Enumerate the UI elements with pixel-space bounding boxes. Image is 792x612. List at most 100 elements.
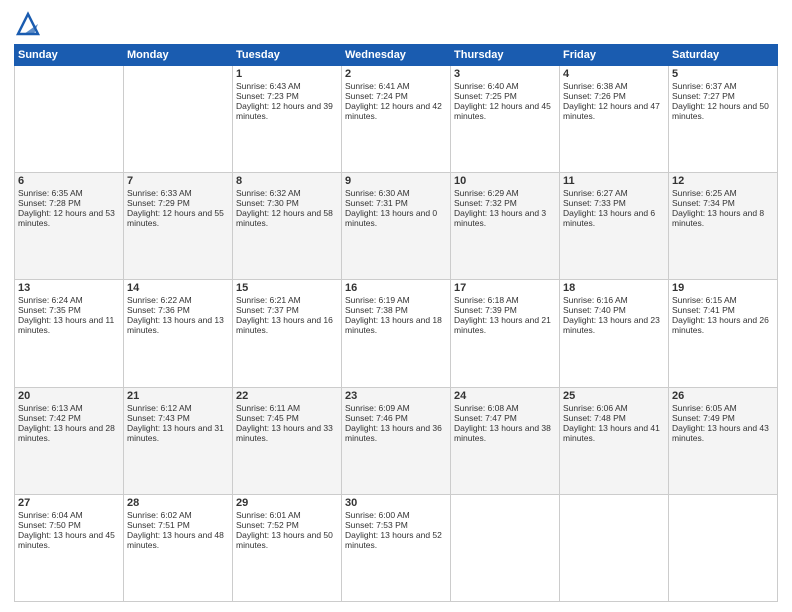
daylight-text: Daylight: 13 hours and 28 minutes. — [18, 423, 120, 443]
daylight-text: Daylight: 13 hours and 0 minutes. — [345, 208, 447, 228]
day-number: 9 — [345, 175, 447, 187]
day-number: 3 — [454, 68, 556, 80]
calendar-cell — [560, 494, 669, 601]
calendar-cell: 3Sunrise: 6:40 AMSunset: 7:25 PMDaylight… — [451, 66, 560, 173]
sunrise-text: Sunrise: 6:12 AM — [127, 403, 229, 413]
sunset-text: Sunset: 7:25 PM — [454, 91, 556, 101]
calendar-cell — [124, 66, 233, 173]
daylight-text: Daylight: 12 hours and 50 minutes. — [672, 101, 774, 121]
sunset-text: Sunset: 7:51 PM — [127, 520, 229, 530]
logo — [14, 10, 46, 38]
calendar-cell: 12Sunrise: 6:25 AMSunset: 7:34 PMDayligh… — [669, 173, 778, 280]
daylight-text: Daylight: 13 hours and 26 minutes. — [672, 315, 774, 335]
sunset-text: Sunset: 7:37 PM — [236, 305, 338, 315]
calendar-cell: 11Sunrise: 6:27 AMSunset: 7:33 PMDayligh… — [560, 173, 669, 280]
col-header-tuesday: Tuesday — [233, 45, 342, 66]
calendar-cell: 2Sunrise: 6:41 AMSunset: 7:24 PMDaylight… — [342, 66, 451, 173]
day-number: 11 — [563, 175, 665, 187]
daylight-text: Daylight: 13 hours and 8 minutes. — [672, 208, 774, 228]
sunset-text: Sunset: 7:49 PM — [672, 413, 774, 423]
sunrise-text: Sunrise: 6:29 AM — [454, 188, 556, 198]
sunrise-text: Sunrise: 6:02 AM — [127, 510, 229, 520]
sunrise-text: Sunrise: 6:00 AM — [345, 510, 447, 520]
daylight-text: Daylight: 13 hours and 43 minutes. — [672, 423, 774, 443]
calendar-table: SundayMondayTuesdayWednesdayThursdayFrid… — [14, 44, 778, 602]
daylight-text: Daylight: 12 hours and 39 minutes. — [236, 101, 338, 121]
sunrise-text: Sunrise: 6:04 AM — [18, 510, 120, 520]
sunrise-text: Sunrise: 6:27 AM — [563, 188, 665, 198]
day-number: 5 — [672, 68, 774, 80]
week-row-4: 20Sunrise: 6:13 AMSunset: 7:42 PMDayligh… — [15, 387, 778, 494]
sunrise-text: Sunrise: 6:41 AM — [345, 81, 447, 91]
col-header-sunday: Sunday — [15, 45, 124, 66]
col-header-thursday: Thursday — [451, 45, 560, 66]
sunset-text: Sunset: 7:34 PM — [672, 198, 774, 208]
calendar-cell: 18Sunrise: 6:16 AMSunset: 7:40 PMDayligh… — [560, 280, 669, 387]
daylight-text: Daylight: 13 hours and 45 minutes. — [18, 530, 120, 550]
calendar-cell: 25Sunrise: 6:06 AMSunset: 7:48 PMDayligh… — [560, 387, 669, 494]
sunrise-text: Sunrise: 6:01 AM — [236, 510, 338, 520]
sunset-text: Sunset: 7:50 PM — [18, 520, 120, 530]
day-number: 17 — [454, 282, 556, 294]
sunset-text: Sunset: 7:46 PM — [345, 413, 447, 423]
sunset-text: Sunset: 7:35 PM — [18, 305, 120, 315]
sunrise-text: Sunrise: 6:33 AM — [127, 188, 229, 198]
sunrise-text: Sunrise: 6:21 AM — [236, 295, 338, 305]
calendar-header-row: SundayMondayTuesdayWednesdayThursdayFrid… — [15, 45, 778, 66]
sunset-text: Sunset: 7:24 PM — [345, 91, 447, 101]
day-number: 28 — [127, 497, 229, 509]
day-number: 13 — [18, 282, 120, 294]
sunset-text: Sunset: 7:52 PM — [236, 520, 338, 530]
daylight-text: Daylight: 13 hours and 18 minutes. — [345, 315, 447, 335]
daylight-text: Daylight: 12 hours and 53 minutes. — [18, 208, 120, 228]
daylight-text: Daylight: 13 hours and 11 minutes. — [18, 315, 120, 335]
calendar-cell: 15Sunrise: 6:21 AMSunset: 7:37 PMDayligh… — [233, 280, 342, 387]
day-number: 21 — [127, 390, 229, 402]
sunset-text: Sunset: 7:33 PM — [563, 198, 665, 208]
calendar-cell: 26Sunrise: 6:05 AMSunset: 7:49 PMDayligh… — [669, 387, 778, 494]
sunrise-text: Sunrise: 6:09 AM — [345, 403, 447, 413]
sunrise-text: Sunrise: 6:43 AM — [236, 81, 338, 91]
sunset-text: Sunset: 7:38 PM — [345, 305, 447, 315]
day-number: 8 — [236, 175, 338, 187]
sunrise-text: Sunrise: 6:13 AM — [18, 403, 120, 413]
sunset-text: Sunset: 7:42 PM — [18, 413, 120, 423]
calendar-cell: 27Sunrise: 6:04 AMSunset: 7:50 PMDayligh… — [15, 494, 124, 601]
day-number: 12 — [672, 175, 774, 187]
daylight-text: Daylight: 12 hours and 45 minutes. — [454, 101, 556, 121]
day-number: 18 — [563, 282, 665, 294]
calendar-cell: 1Sunrise: 6:43 AMSunset: 7:23 PMDaylight… — [233, 66, 342, 173]
sunset-text: Sunset: 7:31 PM — [345, 198, 447, 208]
calendar-cell: 30Sunrise: 6:00 AMSunset: 7:53 PMDayligh… — [342, 494, 451, 601]
calendar-cell: 13Sunrise: 6:24 AMSunset: 7:35 PMDayligh… — [15, 280, 124, 387]
daylight-text: Daylight: 13 hours and 6 minutes. — [563, 208, 665, 228]
day-number: 27 — [18, 497, 120, 509]
col-header-friday: Friday — [560, 45, 669, 66]
calendar-cell — [15, 66, 124, 173]
sunset-text: Sunset: 7:53 PM — [345, 520, 447, 530]
daylight-text: Daylight: 12 hours and 42 minutes. — [345, 101, 447, 121]
calendar-cell: 6Sunrise: 6:35 AMSunset: 7:28 PMDaylight… — [15, 173, 124, 280]
sunset-text: Sunset: 7:39 PM — [454, 305, 556, 315]
sunrise-text: Sunrise: 6:37 AM — [672, 81, 774, 91]
daylight-text: Daylight: 12 hours and 55 minutes. — [127, 208, 229, 228]
daylight-text: Daylight: 13 hours and 3 minutes. — [454, 208, 556, 228]
day-number: 19 — [672, 282, 774, 294]
sunset-text: Sunset: 7:41 PM — [672, 305, 774, 315]
calendar-cell: 21Sunrise: 6:12 AMSunset: 7:43 PMDayligh… — [124, 387, 233, 494]
day-number: 30 — [345, 497, 447, 509]
daylight-text: Daylight: 13 hours and 41 minutes. — [563, 423, 665, 443]
sunset-text: Sunset: 7:29 PM — [127, 198, 229, 208]
sunset-text: Sunset: 7:27 PM — [672, 91, 774, 101]
daylight-text: Daylight: 13 hours and 31 minutes. — [127, 423, 229, 443]
week-row-1: 1Sunrise: 6:43 AMSunset: 7:23 PMDaylight… — [15, 66, 778, 173]
col-header-monday: Monday — [124, 45, 233, 66]
daylight-text: Daylight: 13 hours and 13 minutes. — [127, 315, 229, 335]
daylight-text: Daylight: 12 hours and 58 minutes. — [236, 208, 338, 228]
sunset-text: Sunset: 7:32 PM — [454, 198, 556, 208]
calendar-cell: 29Sunrise: 6:01 AMSunset: 7:52 PMDayligh… — [233, 494, 342, 601]
sunset-text: Sunset: 7:40 PM — [563, 305, 665, 315]
day-number: 26 — [672, 390, 774, 402]
calendar-cell: 20Sunrise: 6:13 AMSunset: 7:42 PMDayligh… — [15, 387, 124, 494]
calendar-cell: 19Sunrise: 6:15 AMSunset: 7:41 PMDayligh… — [669, 280, 778, 387]
